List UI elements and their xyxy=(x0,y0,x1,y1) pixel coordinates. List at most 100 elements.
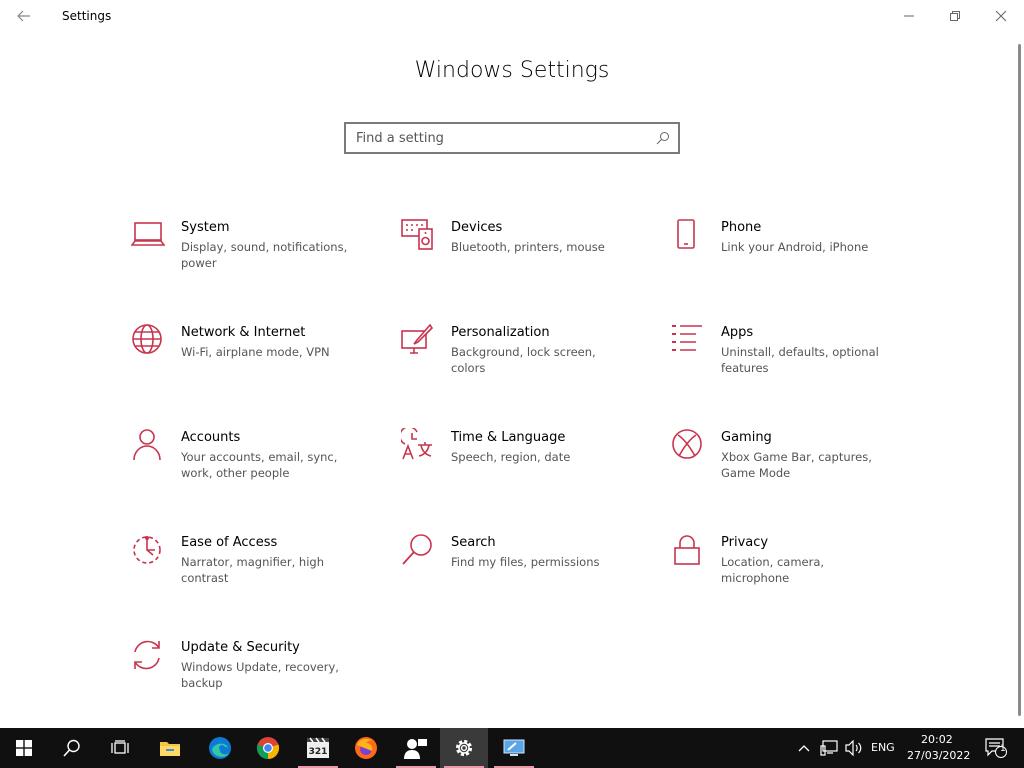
notification-count: 1 xyxy=(1000,744,1006,754)
volume-icon xyxy=(845,740,862,756)
chrome-icon xyxy=(256,737,280,760)
clock-time[interactable]: 20:02 xyxy=(921,733,953,746)
search-icon xyxy=(656,132,669,145)
tile-description: Your accounts, email, sync, work, other … xyxy=(181,450,338,480)
svg-text:321: 321 xyxy=(309,747,328,757)
tile-personalization[interactable]: Personalization Background, lock screen,… xyxy=(401,323,651,403)
firefox-icon xyxy=(355,737,377,759)
close-button[interactable] xyxy=(978,0,1024,32)
clock-date[interactable]: 27/03/2022 xyxy=(907,749,970,762)
devices-icon xyxy=(401,219,433,250)
tile-search[interactable]: Search Find my files, permissions xyxy=(401,533,651,613)
tile-description: Display, sound, notifications, power xyxy=(181,240,348,270)
search-input[interactable] xyxy=(346,124,646,152)
settings-taskbar-button[interactable] xyxy=(440,728,488,768)
tile-system[interactable]: System Display, sound, notifications, po… xyxy=(131,218,381,298)
ease-of-access-icon xyxy=(133,536,161,564)
tile-name: Update & Security xyxy=(181,640,300,655)
tile-description: Background, lock screen, colors xyxy=(451,345,596,375)
tile-description: Wi-Fi, airplane mode, VPN xyxy=(181,345,330,359)
magnifier-icon xyxy=(402,534,432,565)
edge-icon xyxy=(209,737,231,759)
tile-description: Speech, region, date xyxy=(451,450,571,464)
file-explorer-icon xyxy=(160,742,180,756)
minimize-icon xyxy=(904,15,914,17)
update-icon xyxy=(134,640,160,670)
tile-name: Time & Language xyxy=(451,430,566,445)
tile-description: Link your Android, iPhone xyxy=(721,240,869,254)
task-view-button[interactable] xyxy=(96,728,144,768)
search-box[interactable] xyxy=(344,122,680,154)
network-button[interactable] xyxy=(816,728,842,768)
tile-name: Gaming xyxy=(721,430,772,445)
window-title: Settings xyxy=(62,9,112,23)
chrome-button[interactable] xyxy=(244,728,292,768)
person-icon xyxy=(133,429,161,461)
phone-icon xyxy=(677,219,695,249)
tile-time-language[interactable]: Time & Language Speech, region, date xyxy=(401,428,651,508)
tile-ease-of-access[interactable]: Ease of Access Narrator, magnifier, high… xyxy=(131,533,381,613)
start-button[interactable] xyxy=(0,728,48,768)
volume-button[interactable] xyxy=(842,728,866,768)
firefox-button[interactable] xyxy=(342,728,390,768)
tile-description: Find my files, permissions xyxy=(451,555,600,569)
search-icon xyxy=(63,739,80,757)
user-app-icon xyxy=(404,739,427,759)
xbox-icon xyxy=(672,429,702,459)
tile-gaming[interactable]: Gaming Xbox Game Bar, captures, Game Mod… xyxy=(671,428,921,508)
tile-description: Location, camera, microphone xyxy=(721,555,825,585)
paintbrush-icon xyxy=(401,323,434,354)
rdp-button[interactable] xyxy=(490,728,538,768)
back-arrow-icon xyxy=(17,10,30,22)
rdp-icon xyxy=(503,739,525,756)
tile-phone[interactable]: Phone Link your Android, iPhone xyxy=(671,218,921,298)
close-icon xyxy=(995,10,1007,22)
page-title: Windows Settings xyxy=(414,58,610,83)
time-language-icon xyxy=(401,428,432,460)
tile-description: Bluetooth, printers, mouse xyxy=(451,240,605,254)
tile-description: Windows Update, recovery, backup xyxy=(181,660,339,690)
restore-icon xyxy=(950,11,960,21)
tile-accounts[interactable]: Accounts Your accounts, email, sync, wor… xyxy=(131,428,381,508)
lock-icon xyxy=(674,535,700,565)
tile-devices[interactable]: Devices Bluetooth, printers, mouse xyxy=(401,218,651,298)
file-explorer-button[interactable] xyxy=(146,728,194,768)
tile-description: Uninstall, defaults, optional features xyxy=(721,345,879,375)
tile-apps[interactable]: Apps Uninstall, defaults, optional featu… xyxy=(671,323,921,403)
globe-icon xyxy=(132,324,162,354)
task-view-icon xyxy=(111,740,129,754)
tile-description: Xbox Game Bar, captures, Game Mode xyxy=(721,450,872,480)
action-center-button[interactable]: 1 xyxy=(976,728,1016,768)
restore-button[interactable] xyxy=(932,0,978,32)
settings-window: Settings Windows Settings System Display… xyxy=(0,0,1024,728)
start-icon xyxy=(16,740,32,756)
title-bar: Settings xyxy=(0,0,1024,32)
minimize-button[interactable] xyxy=(886,0,932,32)
tile-name: Apps xyxy=(721,325,754,340)
apps-list-icon xyxy=(672,325,702,351)
tile-name: Ease of Access xyxy=(181,535,278,550)
taskbar-search-button[interactable] xyxy=(48,728,96,768)
tile-description: Narrator, magnifier, high contrast xyxy=(181,555,324,585)
tile-name: System xyxy=(181,220,230,235)
laptop-icon xyxy=(131,222,165,246)
tile-network-internet[interactable]: Network & Internet Wi-Fi, airplane mode,… xyxy=(131,323,381,403)
media-player-button[interactable]: 321 xyxy=(294,728,342,768)
network-icon xyxy=(820,740,838,756)
tile-name: Privacy xyxy=(721,535,769,550)
media-player-icon: 321 xyxy=(307,737,329,758)
tile-privacy[interactable]: Privacy Location, camera, microphone xyxy=(671,533,921,613)
tile-name: Network & Internet xyxy=(181,325,306,340)
show-hidden-icons-button[interactable] xyxy=(792,728,816,768)
language-indicator[interactable]: ENG xyxy=(871,741,895,754)
user-app-button[interactable] xyxy=(392,728,440,768)
settings-gear-icon xyxy=(455,739,473,757)
tile-name: Personalization xyxy=(451,325,550,340)
tile-name: Devices xyxy=(451,220,503,235)
edge-button[interactable] xyxy=(196,728,244,768)
back-button[interactable] xyxy=(10,4,38,28)
scrollbar[interactable] xyxy=(1018,44,1021,716)
tile-name: Search xyxy=(451,535,496,550)
tile-update-security[interactable]: Update & Security Windows Update, recove… xyxy=(131,638,381,718)
tile-name: Accounts xyxy=(181,430,241,445)
